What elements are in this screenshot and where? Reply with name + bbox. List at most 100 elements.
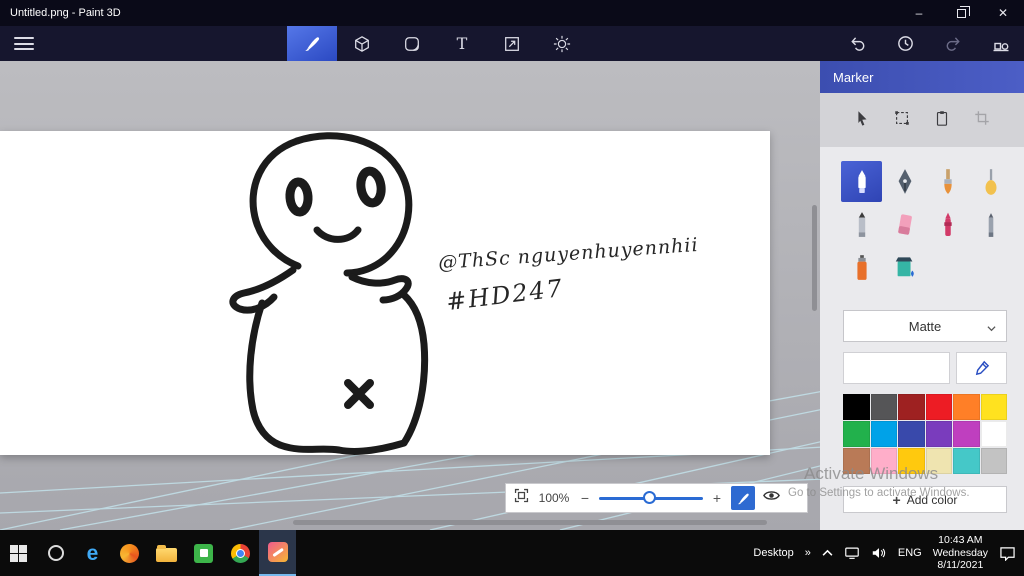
add-color-button[interactable]: + Add color [843, 486, 1007, 513]
marquee-select-icon [895, 110, 909, 125]
zoom-out-button[interactable]: − [578, 490, 592, 506]
brush-crayon[interactable] [927, 204, 968, 245]
zoom-in-button[interactable]: + [710, 490, 724, 506]
crayon-icon [943, 212, 952, 236]
clock[interactable]: 10:43 AM Wednesday 8/11/2021 [933, 534, 988, 572]
brush-spray-can[interactable] [841, 247, 882, 288]
color-swatch[interactable] [980, 421, 1007, 447]
draw-mode-button[interactable] [731, 486, 755, 510]
chrome-button[interactable] [222, 530, 259, 576]
add-color-label: Add color [906, 492, 958, 507]
color-swatch[interactable] [925, 394, 952, 420]
zoom-slider-thumb[interactable] [642, 491, 656, 504]
desktop-toolbar-label[interactable]: Desktop [753, 547, 793, 559]
toolbar-chevrons[interactable]: » [805, 547, 811, 559]
view-button[interactable] [762, 486, 781, 510]
color-swatch[interactable] [843, 421, 870, 447]
hidden-icons-caret[interactable] [822, 549, 833, 557]
3d-library-button[interactable] [990, 33, 1012, 55]
tab-canvas[interactable] [487, 26, 537, 61]
color-swatch[interactable] [980, 448, 1007, 474]
history-button[interactable] [894, 33, 916, 55]
brush-watercolor[interactable] [970, 161, 1011, 202]
color-swatch[interactable] [925, 421, 952, 447]
finish-value: Matte [908, 318, 942, 334]
network-icon[interactable] [844, 546, 860, 560]
menu-button[interactable] [14, 35, 34, 52]
brush-fill[interactable] [884, 247, 925, 288]
color-swatch[interactable] [925, 448, 952, 474]
current-color-well[interactable] [843, 352, 950, 384]
restore-icon [956, 5, 970, 18]
volume-icon[interactable] [871, 546, 887, 560]
brush-oil-brush[interactable] [927, 161, 968, 202]
window-title: Untitled.png - Paint 3D [10, 7, 121, 19]
color-swatch[interactable] [953, 448, 980, 474]
orange-app-button[interactable] [111, 530, 148, 576]
tab-brushes[interactable] [287, 26, 337, 61]
redo-button[interactable] [942, 33, 964, 55]
brush-marker[interactable] [841, 161, 882, 202]
plus-icon: + [892, 491, 901, 508]
zoom-slider[interactable] [599, 491, 703, 505]
color-swatch[interactable] [870, 421, 897, 447]
edge-icon: e [86, 541, 99, 565]
chrome-icon [231, 543, 250, 563]
drawing-canvas[interactable]: @ThSc nguyenhuyennhii #HD247 [0, 131, 770, 455]
tab-effects[interactable] [537, 26, 587, 61]
green-app-button[interactable] [185, 530, 222, 576]
color-swatch[interactable] [898, 394, 925, 420]
text-icon: T [456, 34, 468, 53]
color-swatch[interactable] [898, 448, 925, 474]
brush-calligraphy-pen[interactable] [884, 161, 925, 202]
tab-text[interactable]: T [437, 26, 487, 61]
green-app-icon [194, 543, 213, 563]
eraser-icon [897, 213, 912, 235]
file-explorer-button[interactable] [148, 530, 185, 576]
color-swatch[interactable] [843, 448, 870, 474]
finish-dropdown[interactable]: Matte [843, 310, 1007, 342]
minimize-button[interactable]: – [898, 0, 940, 26]
color-swatch[interactable] [898, 421, 925, 447]
cortana-button[interactable] [37, 530, 74, 576]
fit-screen-icon [514, 488, 529, 503]
sticker-icon [405, 36, 419, 51]
start-button[interactable] [0, 530, 37, 576]
chevron-down-icon [987, 326, 996, 332]
redo-icon [946, 37, 960, 51]
color-swatch[interactable] [870, 448, 897, 474]
color-swatch[interactable] [953, 421, 980, 447]
zoom-bar: 100% − + [505, 483, 808, 513]
action-center-icon[interactable] [999, 546, 1016, 561]
edge-button[interactable]: e [74, 530, 111, 576]
horizontal-scrollbar[interactable] [293, 520, 767, 525]
paint3d-icon [267, 542, 288, 562]
pixel-pen-icon [988, 212, 993, 237]
crop-button[interactable] [973, 109, 991, 132]
paint3d-taskbar-button[interactable] [259, 530, 296, 576]
color-swatch[interactable] [980, 394, 1007, 420]
close-button[interactable]: ✕ [982, 0, 1024, 26]
language-indicator[interactable]: ENG [898, 547, 922, 559]
brush-pixel-pen[interactable] [970, 204, 1011, 245]
paste-button[interactable] [933, 109, 951, 132]
marquee-select-button[interactable] [893, 109, 911, 132]
tab-stickers[interactable] [387, 26, 437, 61]
select-cursor-button[interactable] [853, 109, 871, 132]
color-swatch[interactable] [870, 394, 897, 420]
eyedropper-button[interactable] [956, 352, 1007, 384]
tab-3d-shapes[interactable] [337, 26, 387, 61]
brush-icon [304, 37, 319, 51]
restore-button[interactable] [940, 0, 982, 26]
color-swatch[interactable] [843, 394, 870, 420]
fill-bucket-icon [895, 256, 914, 277]
brush-pencil[interactable] [841, 204, 882, 245]
fit-to-window-button[interactable] [513, 487, 530, 509]
vertical-scrollbar[interactable] [812, 205, 817, 311]
undo-button[interactable] [846, 33, 868, 55]
brush-eraser[interactable] [884, 204, 925, 245]
spray-can-icon [856, 254, 867, 280]
history-controls [846, 26, 1012, 61]
color-swatch[interactable] [953, 394, 980, 420]
color-palette [843, 394, 1007, 474]
